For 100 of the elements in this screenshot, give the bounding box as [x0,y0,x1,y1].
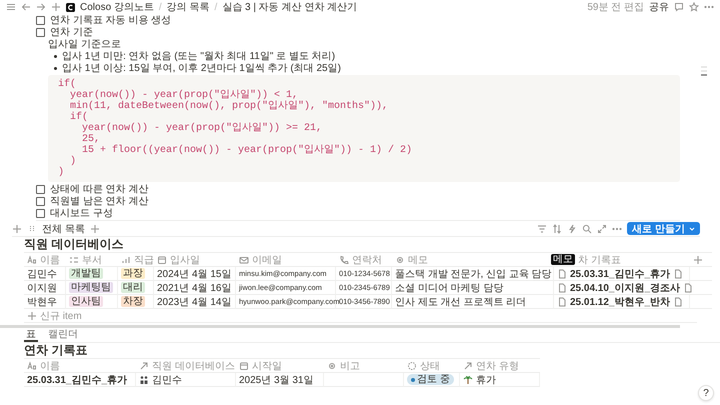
column-header[interactable]: 연락처 [352,252,382,266]
column-header[interactable]: 직원 데이터베이스 [152,358,235,372]
column-header[interactable]: 이름 [40,252,60,266]
forward-icon [36,2,46,12]
breadcrumb-separator: / [158,2,162,12]
table-cell-text: 휴가 [476,374,496,386]
tag: 인사팀 [69,296,103,307]
logo-icon [66,2,75,12]
code-line: year(now()) - year(prop("입사일")) >= 21, [81,123,324,134]
column-header[interactable]: 입사일 [170,252,200,266]
todo-text: 상태에 따른 연차 계산 [50,183,148,196]
checkbox[interactable] [36,196,45,206]
column-header[interactable]: 이름 [40,358,60,372]
column-header[interactable]: 직급 [134,252,154,266]
column-header[interactable]: 이메일 [252,252,282,266]
tag: 차장 [121,296,145,307]
table-cell: 소셜 미디어 마케팅 담당 [392,281,554,295]
breadcrumb-separator: / [214,2,218,12]
checkbox[interactable] [36,208,45,218]
breadcrumb-link[interactable]: 실습 3 | 자동 계산 연차 계산기 [222,0,358,14]
table-cell: 2021년 4월 16일 [154,281,236,295]
code-line: 15 + floor((year(now()) - year(prop("입사일")) - 1) / 2) [81,145,414,156]
view-tab[interactable]: 전체 목록 [42,222,85,236]
code-line: ) [58,167,66,178]
page-link[interactable]: 25.04.10_이지원_경조사 [570,280,680,294]
star-icon [689,2,699,12]
todo-text: 대시보드 구성 [50,207,113,220]
document-icon [673,296,684,306]
arrow-icon [139,360,149,370]
table-cell: 김민수 [24,267,66,281]
sort-icon [552,224,562,234]
new-button[interactable]: 새로 만들기 [627,222,700,235]
column-header[interactable]: 연차 유형 [476,358,519,372]
column-header[interactable]: 메모 [408,252,428,266]
page-link[interactable]: 25.01.12_박현우_반차 [570,294,670,308]
people-icon [139,374,149,384]
tag: 마케팅팀 [69,282,113,293]
gear-icon [327,360,337,370]
view-tab[interactable]: 표 [24,328,38,342]
chevron-down-icon [689,226,695,232]
table-cell: 이지원 [24,281,66,295]
code-line: year(now()) - year(prop("입사일")) < 1, [69,90,298,101]
breadcrumb-link[interactable]: Coloso 강의노트 [80,0,154,14]
bullet-icon [54,54,57,58]
outline-icon[interactable] [700,66,708,76]
breadcrumb-link[interactable]: 강의 목록 [166,0,210,14]
table-cell: 박현우 [24,295,66,309]
column-header[interactable]: 차 기록표 [578,252,621,266]
code-line: 25, [81,134,102,145]
code-line: if( [58,79,76,90]
todo-text: 직원별 남은 연차 계산 [50,195,148,208]
plus-icon [12,224,22,234]
table-cell: 2025년 3월 31일 [236,373,324,387]
column-header[interactable]: 시작일 [252,358,282,372]
table-cell: 풀스택 개발 전문가, 신입 교육 담당 [392,267,554,281]
plus-icon [27,310,37,320]
table-cell: 2023년 4월 14일 [154,295,236,309]
text-icon [27,360,37,370]
paragraph: 입사일 기준으로 [48,38,121,51]
tag: 대리 [121,282,145,293]
gear-icon [395,254,405,264]
plus-icon [90,224,100,234]
lightning-icon [567,224,578,234]
status-icon [407,360,417,370]
view-tab[interactable]: 캘린더 [46,328,80,342]
bullet-text: 입사 1년 미만: 연차 없음 (또는 "월차 최대 11일" 로 별도 처리) [62,50,336,63]
page-link[interactable]: 25.03.31_김민수_휴가 [570,266,670,280]
calendar-icon [157,254,167,264]
bars-icon [121,254,131,264]
tooltip: 메모 [551,254,575,265]
bullet-icon [54,66,57,70]
edited-time: 59분 전 편집 [587,1,644,14]
checkbox[interactable] [36,16,45,24]
todo-text: 연차 기준 [50,26,93,39]
arrow-icon [463,360,473,370]
column-header[interactable]: 상태 [420,358,440,372]
checkbox[interactable] [36,28,45,36]
drag-handle-icon [27,224,37,234]
document-icon [673,268,684,278]
table-cell-text: 김민수 [152,374,182,386]
code-line: if( [69,112,88,123]
code-line: ) [69,156,78,167]
bullet-text: 입사 1년 이상: 15일 부여, 이후 2년마다 1일씩 추가 (최대 25일) [62,62,341,75]
column-header[interactable]: 비고 [340,358,360,372]
document-icon [683,282,694,292]
phone-icon [339,254,349,264]
database-title: 연차 기록표 [24,343,88,358]
checkbox[interactable] [36,184,45,194]
help-button[interactable]: ? [698,385,714,401]
table-cell: 2024년 4월 15일 [154,267,236,281]
table-cell: 인사 제도 개선 프로젝트 리더 [392,295,554,309]
comment-icon [674,2,684,12]
new-item-link[interactable]: 신규 item [40,308,82,322]
expand-icon [597,224,608,234]
text-icon [27,254,37,264]
column-header[interactable]: 부서 [82,252,102,266]
code-line: min(11, dateBetween(now(), prop("입사일"), "months")), [69,101,390,112]
calendar-icon [239,360,249,370]
list-icon [69,254,79,264]
share-link[interactable]: 공유 [649,0,669,14]
